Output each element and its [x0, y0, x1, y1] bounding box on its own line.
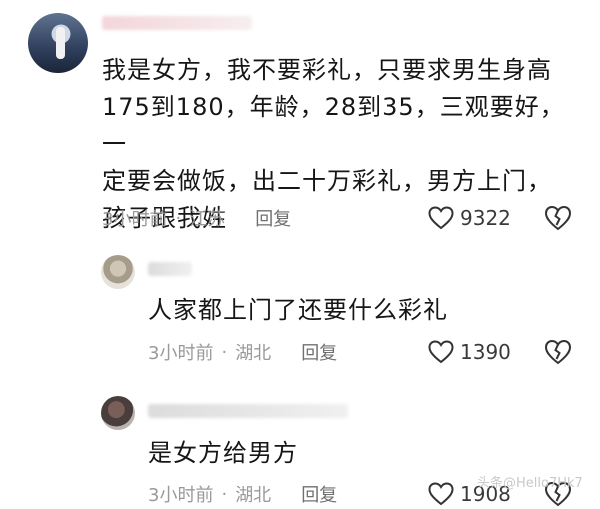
- like-count: 1390: [460, 340, 511, 364]
- separator: ·: [221, 341, 228, 363]
- reply-button[interactable]: 回复: [255, 205, 291, 231]
- comment-meta: 3小时前 · 江苏 回复: [102, 205, 291, 231]
- username-blurred[interactable]: [148, 262, 192, 276]
- location: 江苏: [189, 209, 226, 230]
- timestamp: 3小时前: [148, 485, 214, 506]
- username-blurred[interactable]: [148, 404, 348, 418]
- heart-icon: [428, 482, 454, 506]
- comment-line: 人家都上门了还要什么彩礼: [148, 296, 448, 324]
- location: 湖北: [235, 485, 272, 506]
- location: 湖北: [235, 343, 272, 364]
- dislike-broken-heart-icon[interactable]: [544, 205, 572, 231]
- dislike-broken-heart-icon[interactable]: [544, 339, 572, 365]
- comment-line: 175到180，年龄，28到35，三观要好，一: [102, 93, 565, 158]
- comment-text: 人家都上门了还要什么彩礼: [148, 292, 548, 329]
- reply-button[interactable]: 回复: [301, 481, 337, 507]
- comment-line: 是女方给男方: [148, 439, 298, 467]
- like-button[interactable]: 9322: [428, 203, 511, 233]
- separator: ·: [175, 207, 182, 229]
- avatar[interactable]: [28, 13, 88, 73]
- reply-button[interactable]: 回复: [301, 339, 337, 365]
- username-blurred[interactable]: [102, 16, 252, 30]
- comment-meta: 3小时前 · 湖北 回复: [148, 339, 337, 365]
- comment-line: 我是女方，我不要彩礼，只要求男生身高: [102, 56, 552, 84]
- avatar[interactable]: [101, 396, 135, 430]
- separator: ·: [221, 483, 228, 505]
- like-button[interactable]: 1390: [428, 337, 511, 367]
- heart-icon: [428, 340, 454, 364]
- timestamp: 3小时前: [148, 343, 214, 364]
- comment-line: 定要会做饭，出二十万彩礼，男方上门，: [102, 167, 552, 195]
- watermark: 头条@Hello7Hk7: [477, 476, 583, 491]
- like-count: 9322: [460, 206, 511, 230]
- comment-meta: 3小时前 · 湖北 回复: [148, 481, 337, 507]
- timestamp: 3小时前: [102, 209, 168, 230]
- avatar[interactable]: [101, 255, 135, 289]
- comment-text: 是女方给男方: [148, 435, 548, 472]
- heart-icon: [428, 206, 454, 230]
